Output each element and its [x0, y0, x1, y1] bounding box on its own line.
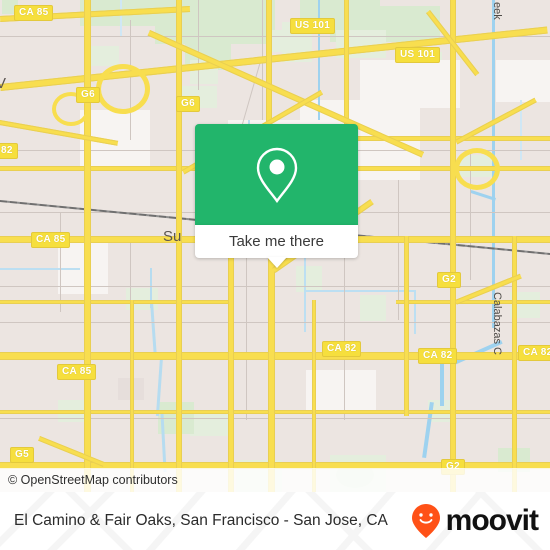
- shield-82[interactable]: 82: [0, 143, 18, 159]
- road-ca82: [0, 352, 550, 360]
- page-footer: El Camino & Fair Oaks, San Francisco - S…: [0, 492, 550, 550]
- shield-g2[interactable]: G2: [437, 272, 461, 288]
- shield-us101[interactable]: US 101: [290, 18, 336, 34]
- street-line: [60, 212, 61, 312]
- map-attribution: © OpenStreetMap contributors: [0, 468, 550, 492]
- shield-ca82[interactable]: CA 82: [418, 348, 458, 364]
- road-vertical: [344, 0, 349, 130]
- street-line: [0, 322, 550, 323]
- road-vertical: [312, 300, 316, 492]
- moovit-wordmark: moovit: [445, 504, 539, 537]
- shield-ca82[interactable]: CA 82: [518, 345, 550, 361]
- waterway: [120, 0, 122, 36]
- street-line: [130, 240, 131, 300]
- street-line: [0, 286, 550, 287]
- road-vertical: [404, 236, 409, 416]
- street-line: [344, 240, 345, 420]
- road-vertical: [268, 236, 275, 492]
- shield-ca82[interactable]: CA 82: [322, 341, 362, 357]
- park-area: [296, 266, 322, 292]
- street-line: [198, 0, 199, 90]
- take-me-there-button[interactable]: Take me there: [195, 225, 358, 258]
- road-minor: [0, 300, 230, 304]
- road-ca85-vertical: [176, 0, 182, 492]
- road-vertical: [228, 236, 234, 492]
- landuse-area: [496, 60, 550, 102]
- shield-ca85[interactable]: CA 85: [57, 364, 97, 380]
- screenshot-root: Su V eek Calabazas C CA 85 G6 G6 82 US 1…: [0, 0, 550, 550]
- map-canvas[interactable]: Su V eek Calabazas C CA 85 G6 G6 82 US 1…: [0, 0, 550, 492]
- take-me-there-label: Take me there: [228, 233, 325, 250]
- shield-ca85[interactable]: CA 85: [14, 5, 54, 21]
- popup-tail: [267, 257, 287, 268]
- road-vertical: [84, 0, 91, 492]
- footer-title: El Camino & Fair Oaks, San Francisco - S…: [14, 492, 388, 550]
- shield-g5[interactable]: G5: [10, 447, 34, 463]
- waterway: [306, 290, 416, 292]
- place-label: V: [0, 75, 7, 92]
- waterway: [304, 258, 306, 332]
- street-line: [246, 240, 247, 420]
- waterway-label: eek: [491, 2, 503, 20]
- waterway: [414, 290, 416, 334]
- park-area: [360, 295, 386, 321]
- location-popup-card[interactable]: Take me there: [195, 124, 358, 268]
- shield-g6[interactable]: G6: [176, 96, 200, 112]
- road-minor: [0, 410, 550, 414]
- moovit-pin-icon: [411, 504, 440, 538]
- shield-us101[interactable]: US 101: [395, 47, 441, 63]
- interchange-loop: [96, 64, 150, 114]
- shield-g6[interactable]: G6: [76, 87, 100, 103]
- moovit-logo[interactable]: moovit: [411, 492, 539, 550]
- waterway: [440, 358, 444, 406]
- landuse-area: [306, 370, 376, 410]
- location-pin-icon: [256, 147, 297, 203]
- street-line: [398, 180, 399, 320]
- interchange-loop: [454, 148, 500, 190]
- waterway-label: Calabazas C: [491, 292, 503, 355]
- footer-title-text: El Camino & Fair Oaks, San Francisco - S…: [14, 512, 388, 529]
- street-line: [0, 418, 550, 419]
- shield-ca85[interactable]: CA 85: [31, 232, 71, 248]
- attribution-text: © OpenStreetMap contributors: [8, 473, 178, 487]
- park-area: [87, 46, 119, 66]
- landuse-area: [360, 60, 460, 108]
- waterway: [0, 268, 80, 270]
- popup-header: [195, 124, 358, 225]
- road-g2-vertical: [450, 0, 456, 492]
- place-label: Su: [163, 228, 182, 245]
- road-minor: [396, 300, 550, 304]
